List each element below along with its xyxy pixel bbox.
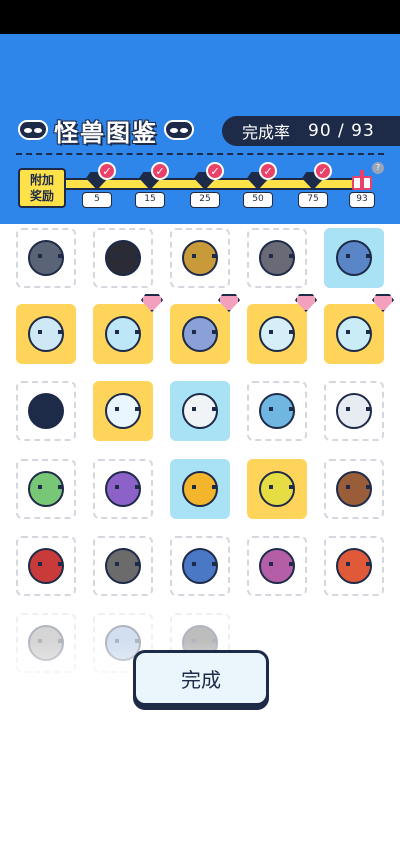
- completion-rate-value: 90 / 93: [308, 121, 375, 141]
- shadow-beast-icon: [28, 393, 64, 429]
- monster-card[interactable]: [247, 459, 307, 519]
- monster-card[interactable]: [247, 381, 307, 441]
- agent-bald-icon: [259, 240, 295, 276]
- monster-card[interactable]: [170, 459, 230, 519]
- monster-card[interactable]: [324, 228, 384, 288]
- milestone-value: 15: [135, 192, 165, 208]
- monster-card[interactable]: [170, 228, 230, 288]
- slime-icon: [336, 316, 372, 352]
- snowman-icon: [28, 316, 64, 352]
- check-icon: ✓: [259, 162, 277, 180]
- completion-rate: 完成率 90 / 93: [222, 116, 400, 146]
- monster-card[interactable]: [16, 536, 76, 596]
- monster-card[interactable]: [93, 228, 153, 288]
- monster-grid[interactable]: [0, 226, 400, 696]
- milestone-value: 25: [190, 192, 220, 208]
- agent-seated-icon: [28, 240, 64, 276]
- monster-card[interactable]: [247, 536, 307, 596]
- hyena-icon: [105, 548, 141, 584]
- monster-card[interactable]: [16, 228, 76, 288]
- monster-card[interactable]: [16, 459, 76, 519]
- mushroom-icon: [28, 548, 64, 584]
- monster-card[interactable]: [247, 294, 317, 364]
- wolf-icon: [182, 316, 218, 352]
- flower-sprout-icon: [259, 471, 295, 507]
- ice-rock-icon: [259, 316, 295, 352]
- monster-card[interactable]: [16, 304, 76, 364]
- done-button[interactable]: 完成: [133, 650, 269, 706]
- monster-card[interactable]: [324, 381, 384, 441]
- blue-bug-icon: [182, 548, 218, 584]
- monster-card[interactable]: [324, 536, 384, 596]
- divider: [16, 153, 384, 155]
- monster-card[interactable]: [93, 536, 153, 596]
- agent-black-suit-icon: [105, 240, 141, 276]
- monster-card[interactable]: [170, 381, 230, 441]
- check-icon: ✓: [98, 162, 116, 180]
- monster-card[interactable]: [324, 459, 384, 519]
- completion-rate-label: 完成率: [242, 123, 291, 142]
- milestone-value: 5: [82, 192, 112, 208]
- milestone-value: 75: [298, 192, 328, 208]
- check-icon: ✓: [206, 162, 224, 180]
- milestone-reward[interactable]: ✓ 15: [133, 162, 177, 210]
- pink-gem-badge-icon: [372, 294, 394, 312]
- blue-crystal-icon: [336, 240, 372, 276]
- ice-cream-icon: [105, 393, 141, 429]
- status-bar: [0, 0, 400, 34]
- milestone-reward[interactable]: ✓ 50: [241, 162, 285, 210]
- pink-gem-badge-icon: [141, 294, 163, 312]
- help-icon[interactable]: ?: [372, 162, 384, 174]
- bonus-reward-label: 附加 奖励: [18, 168, 66, 208]
- ice-blob-icon: [105, 316, 141, 352]
- monster-card[interactable]: [16, 381, 76, 441]
- monster-card[interactable]: [93, 459, 153, 519]
- ice-gem-icon: [259, 393, 295, 429]
- pink-gem-badge-icon: [218, 294, 240, 312]
- mask-icon-left: [18, 120, 48, 140]
- monster-card[interactable]: [93, 381, 153, 441]
- monster-card[interactable]: [170, 536, 230, 596]
- milestone-reward[interactable]: ✓ 5: [80, 162, 124, 210]
- check-icon: ✓: [314, 162, 332, 180]
- shopper-lady-icon: [259, 548, 295, 584]
- sunflower-icon: [182, 471, 218, 507]
- agent-blonde-icon: [182, 240, 218, 276]
- monster-card[interactable]: [247, 228, 307, 288]
- mask-icon-right: [164, 120, 194, 140]
- check-icon: ✓: [151, 162, 169, 180]
- frog-icon: [28, 471, 64, 507]
- gift-reward-button[interactable]: ?: [350, 162, 384, 190]
- red-flower-icon: [336, 548, 372, 584]
- final-milestone-value: 93: [349, 192, 375, 208]
- monster-card[interactable]: [324, 294, 394, 364]
- monster-card[interactable]: [93, 294, 163, 364]
- milestone-reward[interactable]: ✓ 25: [188, 162, 232, 210]
- pink-gem-badge-icon: [295, 294, 317, 312]
- bear-icon: [336, 471, 372, 507]
- monster-card[interactable]: [170, 294, 240, 364]
- yeti-icon: [336, 393, 372, 429]
- milestone-reward[interactable]: ✓ 75: [296, 162, 340, 210]
- milestone-value: 50: [243, 192, 273, 208]
- fluffy-sprout-icon: [182, 393, 218, 429]
- title-row: 怪兽图鉴: [18, 112, 194, 148]
- purple-dino-icon: [105, 471, 141, 507]
- page-title: 怪兽图鉴: [54, 118, 158, 147]
